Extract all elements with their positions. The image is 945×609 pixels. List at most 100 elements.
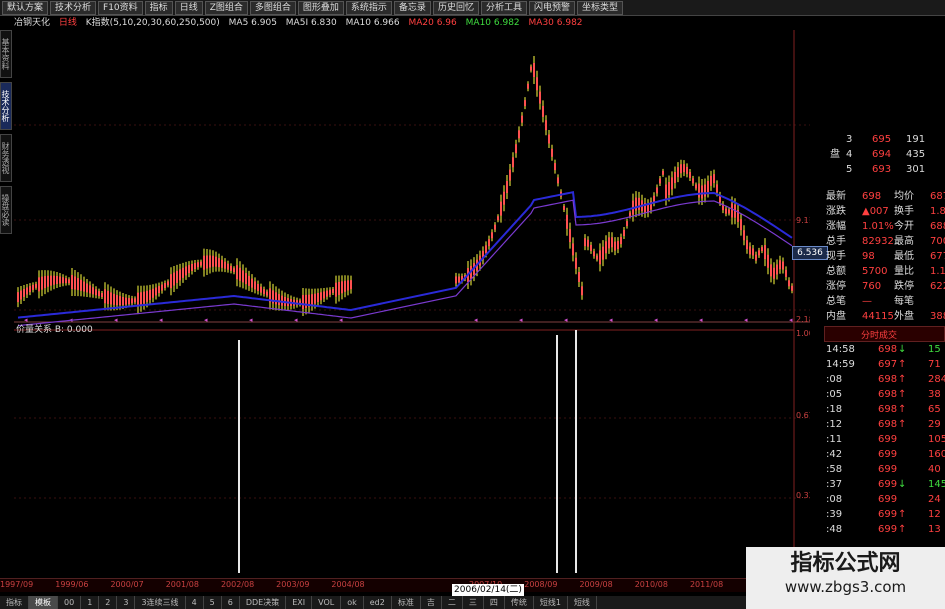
toolbar-button-4[interactable]: 日线: [174, 1, 203, 15]
bottom-tab-12[interactable]: VOL: [312, 596, 342, 609]
tick-volume: 145: [928, 479, 945, 490]
candle-body: [119, 296, 121, 306]
candle-body: [182, 267, 184, 278]
toolbar-button-3[interactable]: 指标: [144, 1, 173, 15]
left-tab-0[interactable]: 基本资料: [0, 30, 12, 78]
candle-body: [671, 177, 673, 190]
candle-body: [509, 169, 511, 181]
kline-chart[interactable]: ◂◂◂◂◂◂◂◂◂◂◂◂◂◂◂◂ 价量关系 B: 0.000 9.11 2.18…: [14, 30, 810, 575]
tick-row: :39 699 ↑ 12: [824, 507, 945, 522]
candle-body: [488, 239, 490, 247]
toolbar-button-13[interactable]: 坐标类型: [576, 1, 623, 15]
bottom-tab-8[interactable]: 5: [204, 596, 222, 609]
bottom-tab-7[interactable]: 4: [186, 596, 204, 609]
tick-volume: 15: [928, 344, 941, 355]
event-marker: ◂: [159, 316, 163, 324]
tick-time: :58: [826, 464, 843, 475]
candle-body: [335, 282, 337, 297]
stat-value-2: 1.89: [930, 206, 945, 217]
bottom-tab-3[interactable]: 1: [81, 596, 100, 609]
volume-spike-2: [575, 330, 577, 573]
bottom-tab-2[interactable]: 00: [58, 596, 82, 609]
candle-body: [545, 120, 547, 131]
bottom-tab-11[interactable]: EXI: [286, 596, 313, 609]
stat-label: 总额: [826, 266, 846, 277]
stat-value: 98: [862, 251, 875, 262]
candle-body: [494, 224, 496, 230]
left-tab-1[interactable]: 技术分析: [0, 82, 12, 130]
orderbook-row: 4 694 435 盘: [824, 147, 945, 162]
bottom-tab-0[interactable]: 指标: [0, 596, 29, 609]
toolbar-button-5[interactable]: Z图组合: [204, 1, 248, 15]
candle-body: [725, 208, 727, 214]
candle-body: [50, 275, 52, 286]
bottom-tab-20[interactable]: 传统: [505, 596, 534, 609]
toolbar-button-6[interactable]: 多图组合: [249, 1, 296, 15]
toolbar-button-0[interactable]: 默认方案: [2, 1, 49, 15]
bottom-tab-16[interactable]: 吉: [421, 596, 442, 609]
bottom-tab-5[interactable]: 3: [117, 596, 136, 609]
candle-body: [707, 180, 709, 192]
date-tick: 1997/09: [0, 580, 34, 589]
candle-body: [761, 247, 763, 252]
toolbar-button-2[interactable]: F10资料: [98, 1, 143, 15]
date-tick: 2000/07: [110, 580, 144, 589]
site-watermark: 指标公式网 www.zbgs3.com: [746, 547, 945, 609]
bottom-tab-13[interactable]: ok: [341, 596, 364, 609]
tick-arrow: ↓: [898, 479, 907, 490]
tick-row: :12 698 ↑ 29: [824, 417, 945, 432]
toolbar-button-10[interactable]: 历史回忆: [432, 1, 479, 15]
candle-body: [704, 184, 706, 197]
tick-row: :08 699 24: [824, 492, 945, 507]
bottom-tab-6[interactable]: 3连续三线: [135, 596, 186, 609]
left-tab-2[interactable]: 财务透视: [0, 134, 12, 182]
book-price: 694: [872, 149, 892, 160]
bottom-tab-15[interactable]: 标准: [392, 596, 421, 609]
candle-body: [506, 181, 508, 194]
stat-value: 44115: [862, 311, 894, 322]
stat-label-2: 外盘: [894, 311, 914, 322]
tick-price: 698: [878, 344, 898, 355]
bottom-tab-19[interactable]: 四: [484, 596, 505, 609]
toolbar-button-11[interactable]: 分析工具: [480, 1, 527, 15]
candle-body: [32, 284, 34, 290]
event-marker: ◂: [564, 316, 568, 324]
bottom-tab-9[interactable]: 6: [222, 596, 240, 609]
tick-time: 14:58: [826, 344, 855, 355]
toolbar-button-9[interactable]: 备忘录: [393, 1, 431, 15]
tick-price: 698: [878, 389, 898, 400]
bottom-tab-18[interactable]: 三: [463, 596, 484, 609]
candle-body: [608, 237, 610, 249]
candle-body: [236, 265, 238, 280]
candle-body: [611, 237, 613, 248]
bottom-tab-10[interactable]: DDE决策: [240, 596, 287, 609]
date-tick: 2004/08: [331, 580, 365, 589]
stats-row: 总笔 — 每笔: [824, 294, 945, 309]
candle-body: [209, 255, 211, 268]
period-label[interactable]: 日线: [59, 18, 77, 28]
bottom-tab-4[interactable]: 2: [99, 596, 118, 609]
left-tab-3[interactable]: 操盘必读: [0, 186, 12, 234]
toolbar-button-8[interactable]: 系统指示: [345, 1, 392, 15]
ticks-header-label[interactable]: 分时成交: [861, 328, 897, 341]
candle-body: [575, 257, 577, 269]
toolbar-button-7[interactable]: 图形叠加: [297, 1, 344, 15]
bottom-tab-14[interactable]: ed2: [364, 596, 392, 609]
candle-body: [314, 293, 316, 304]
bottom-tab-22[interactable]: 短线: [568, 596, 597, 609]
bottom-tab-1[interactable]: 模板: [29, 596, 58, 609]
stats-row: 最新 698 均价 687: [824, 189, 945, 204]
tick-time: :48: [826, 524, 843, 535]
date-tick: 2001/08: [165, 580, 199, 589]
toolbar-button-12[interactable]: 闪电预警: [528, 1, 575, 15]
bottom-tab-21[interactable]: 短线1: [534, 596, 568, 609]
axis-label-4: 0.67: [796, 411, 810, 420]
quote-panel: 3 695 191 4 694 435 盘5 693 301 最新 698 均价 687 涨跌 ▲007 换…: [824, 132, 945, 587]
candle-body: [107, 290, 109, 304]
bottom-tab-17[interactable]: 二: [442, 596, 463, 609]
candle-body: [158, 286, 160, 294]
tick-row: 14:59 697 ↑ 71: [824, 357, 945, 372]
candle-body: [113, 293, 115, 305]
toolbar-button-1[interactable]: 技术分析: [50, 1, 97, 15]
tick-arrow: ↑: [898, 374, 907, 385]
